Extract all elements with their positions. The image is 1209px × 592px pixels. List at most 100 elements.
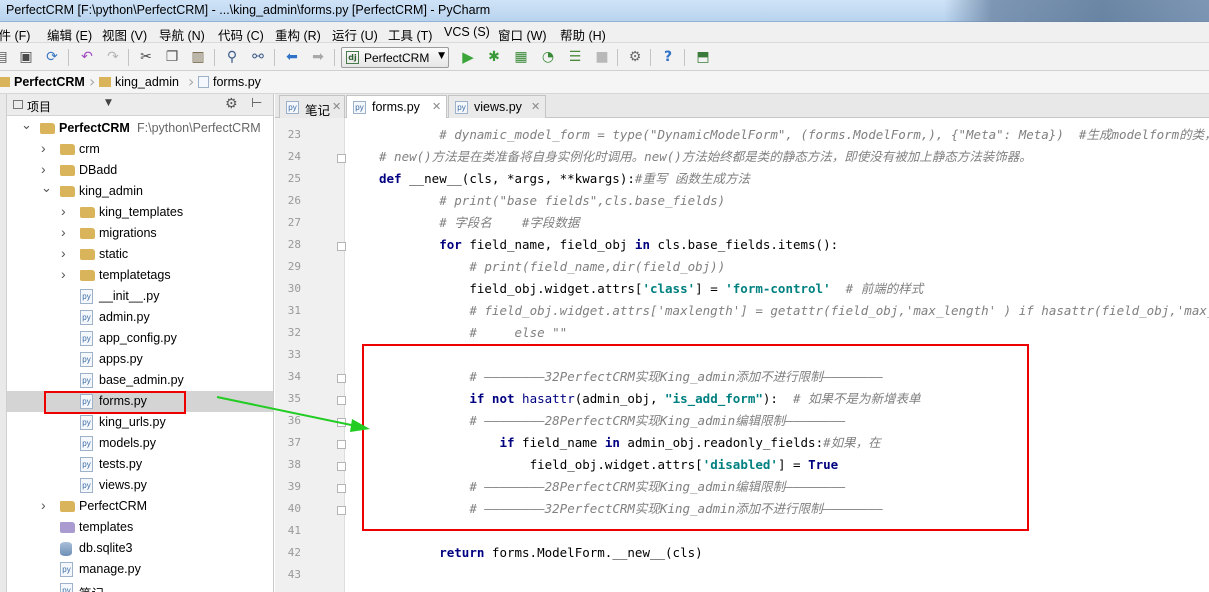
tree-item[interactable]: › DBadd	[7, 160, 273, 181]
tree-item[interactable]: ⌄ king_admin	[7, 180, 273, 202]
hide-panel-icon[interactable]: ⊢	[251, 96, 262, 111]
folder-icon	[80, 207, 95, 218]
profile-icon[interactable]: ◔	[539, 48, 557, 66]
tree-item[interactable]: py tests.py	[7, 454, 273, 475]
tree-item[interactable]: › migrations	[7, 223, 273, 244]
close-icon[interactable]: ✕	[432, 100, 441, 113]
replace-icon[interactable]: ⚯	[249, 48, 267, 66]
tree-item[interactable]: › templatetags	[7, 265, 273, 286]
breadcrumb-project[interactable]: PerfectCRM	[0, 75, 85, 89]
breadcrumb-file[interactable]: forms.py	[198, 75, 261, 89]
fold-marker[interactable]	[337, 440, 346, 449]
tree-item[interactable]: db.sqlite3	[7, 538, 273, 559]
fold-marker[interactable]	[337, 242, 346, 251]
debug-icon[interactable]: ✱	[485, 48, 503, 66]
tree-item-label: migrations	[99, 226, 157, 240]
sync-icon[interactable]: ⟳	[43, 48, 61, 66]
menu-window[interactable]: 窗口 (W)	[498, 25, 547, 44]
tree-item[interactable]: py king_urls.py	[7, 412, 273, 433]
fold-marker[interactable]	[337, 396, 346, 405]
fold-marker[interactable]	[337, 374, 346, 383]
chevron-right-icon[interactable]: ›	[61, 224, 66, 240]
line-number: 28	[287, 238, 301, 251]
open-icon[interactable]: ▤	[0, 48, 10, 66]
chevron-down-icon[interactable]: ▼	[105, 98, 112, 108]
menu-help[interactable]: 帮助 (H)	[560, 25, 606, 44]
chevron-right-icon[interactable]: ›	[61, 245, 66, 261]
tree-item[interactable]: py views.py	[7, 475, 273, 496]
menu-code[interactable]: 代码 (C)	[218, 25, 264, 44]
menu-edit[interactable]: 编辑 (E)	[47, 25, 92, 44]
tree-item[interactable]: › PerfectCRM	[7, 496, 273, 517]
coverage-icon[interactable]: ▦	[512, 48, 530, 66]
tree-item[interactable]: ⌄ PerfectCRM F:\python\PerfectCRM	[7, 117, 273, 139]
fold-marker[interactable]	[337, 154, 346, 163]
tab-forms-py[interactable]: py forms.py ✕	[346, 95, 447, 119]
fold-marker[interactable]	[337, 418, 346, 427]
tree-item[interactable]: templates	[7, 517, 273, 538]
tab-views-py[interactable]: py views.py ✕	[448, 95, 546, 118]
line-number: 35	[287, 392, 301, 405]
paste-icon[interactable]: ▥	[189, 48, 207, 66]
undo-icon[interactable]: ↶	[78, 48, 96, 66]
close-icon[interactable]: ✕	[531, 100, 540, 113]
forward-icon[interactable]: ➡	[309, 48, 327, 66]
chevron-right-icon[interactable]: ›	[41, 497, 46, 513]
redo-icon[interactable]: ↷	[104, 48, 122, 66]
back-icon[interactable]: ⬅	[283, 48, 301, 66]
breadcrumb-folder[interactable]: king_admin	[99, 75, 179, 89]
python-file-icon: py	[80, 310, 93, 325]
tree-item[interactable]: › static	[7, 244, 273, 265]
tree-item[interactable]: py base_admin.py	[7, 370, 273, 391]
save-icon[interactable]: ▣	[17, 48, 35, 66]
concurrency-icon[interactable]: ☰	[566, 48, 584, 66]
gear-icon[interactable]: ⚙	[225, 96, 238, 112]
chevron-right-icon[interactable]: ›	[41, 161, 46, 177]
fold-marker[interactable]	[337, 484, 346, 493]
code-token: # dynamic_model_form = type("DynamicMode…	[439, 127, 1209, 142]
tree-item[interactable]: py apps.py	[7, 349, 273, 370]
chevron-right-icon[interactable]: ›	[41, 140, 46, 156]
menu-vcs[interactable]: VCS (S)	[444, 25, 490, 39]
tree-item[interactable]: py app_config.py	[7, 328, 273, 349]
line-number: 34	[287, 370, 301, 383]
vcs-icon[interactable]: ⬒	[694, 48, 712, 66]
tab-notes[interactable]: py 笔记 ✕	[279, 95, 345, 118]
fold-marker[interactable]	[337, 506, 346, 515]
breadcrumb-separator: ›	[188, 72, 195, 91]
python-file-icon: py	[80, 373, 93, 388]
copy-icon[interactable]: ❐	[163, 48, 181, 66]
python-file-icon: py	[80, 457, 93, 472]
tree-item[interactable]: py admin.py	[7, 307, 273, 328]
close-icon[interactable]: ✕	[332, 100, 341, 113]
tree-item[interactable]: py models.py	[7, 433, 273, 454]
settings-icon[interactable]: ⚙	[626, 48, 644, 66]
line-number: 38	[287, 458, 301, 471]
tree-item[interactable]: py manage.py	[7, 559, 273, 580]
menu-tools[interactable]: 工具 (T)	[388, 25, 432, 44]
run-configuration-select[interactable]: dj PerfectCRM ▼	[341, 47, 449, 68]
menu-navigate[interactable]: 导航 (N)	[159, 25, 205, 44]
tree-item[interactable]: py 笔记	[7, 580, 273, 592]
menu-run[interactable]: 运行 (U)	[332, 25, 378, 44]
stop-icon[interactable]: ■	[593, 48, 611, 66]
run-icon[interactable]: ▶	[459, 48, 477, 66]
chevron-down-icon[interactable]: ⌄	[21, 117, 32, 133]
help-icon[interactable]: ?	[659, 48, 677, 66]
menu-refactor[interactable]: 重构 (R)	[275, 25, 321, 44]
tree-item-label: views.py	[99, 478, 147, 492]
menu-file[interactable]: 文件 (F)	[0, 25, 30, 44]
tree-item[interactable]: › king_templates	[7, 202, 273, 223]
chevron-right-icon[interactable]: ›	[61, 266, 66, 282]
find-icon[interactable]: ⚲	[223, 48, 241, 66]
menu-view[interactable]: 视图 (V)	[102, 25, 147, 44]
tree-item-label: admin.py	[99, 310, 150, 324]
cut-icon[interactable]: ✂	[137, 48, 155, 66]
chevron-right-icon[interactable]: ›	[61, 203, 66, 219]
chevron-down-icon[interactable]: ⌄	[41, 180, 52, 196]
left-tool-stripe[interactable]	[0, 94, 7, 592]
fold-marker[interactable]	[337, 462, 346, 471]
tree-item[interactable]: › crm	[7, 139, 273, 160]
tree-item[interactable]: py __init__.py	[7, 286, 273, 307]
